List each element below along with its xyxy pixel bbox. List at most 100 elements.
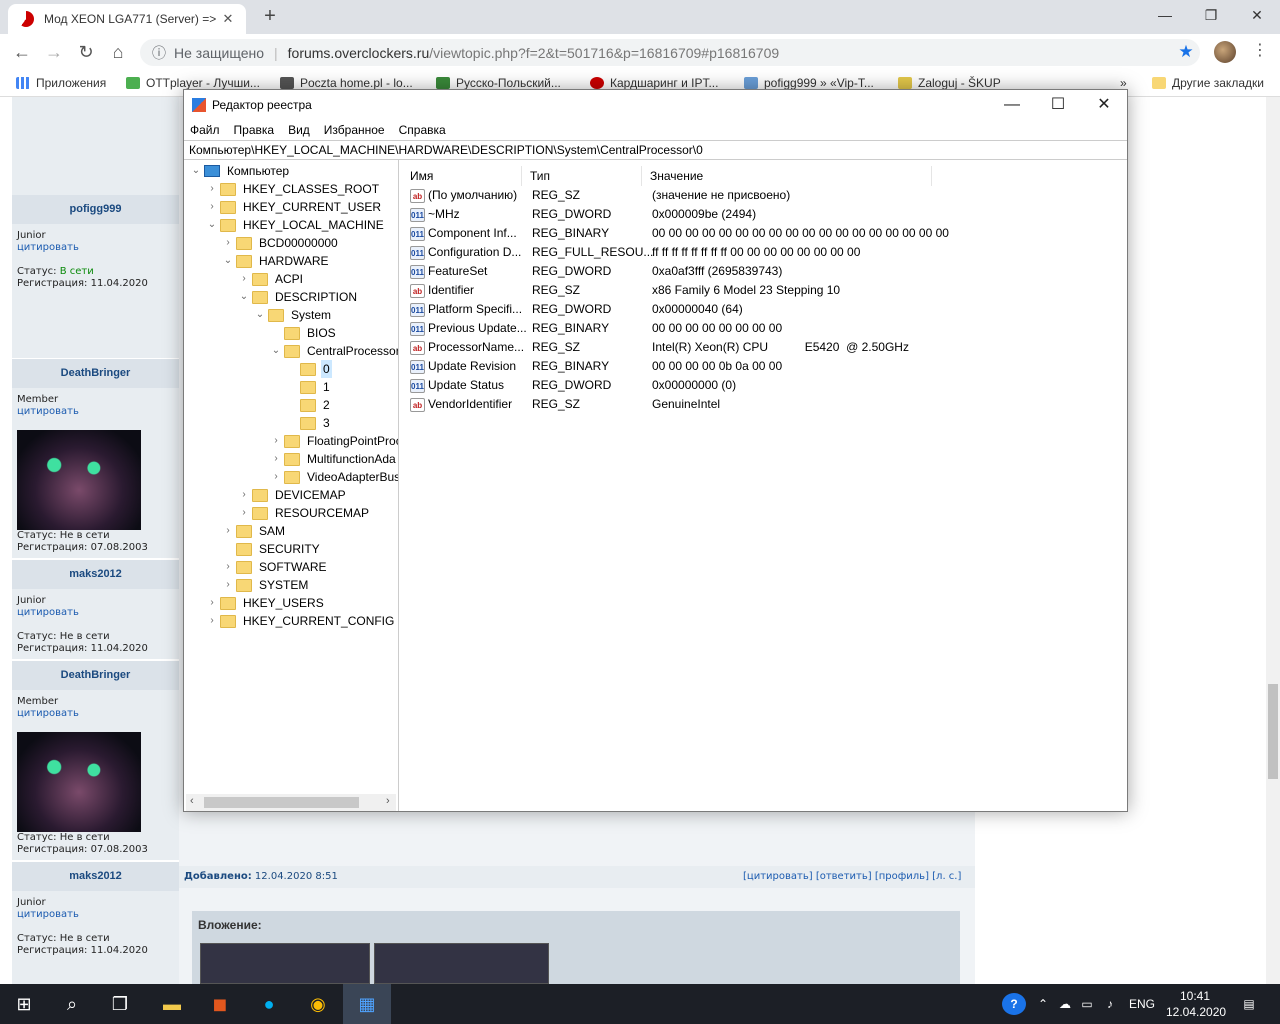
bookmark-item[interactable]: Poczta home.pl - lo... bbox=[280, 76, 413, 90]
username[interactable]: maks2012 bbox=[12, 862, 179, 891]
username[interactable]: DeathBringer bbox=[12, 661, 179, 690]
regedit-taskbar-icon[interactable]: ▦ bbox=[343, 984, 391, 1024]
quote-link[interactable]: цитировать bbox=[17, 708, 79, 720]
tree-node[interactable]: › DEVICEMAP bbox=[236, 486, 348, 504]
regedit-minimize-button[interactable]: — bbox=[989, 90, 1035, 120]
scroll-right-icon[interactable]: › bbox=[386, 795, 390, 807]
info-icon[interactable]: ⓘ bbox=[152, 43, 166, 63]
post-actions[interactable]: [цитировать] [ответить] [профиль] [л. с.… bbox=[743, 871, 961, 882]
tree-node[interactable]: › FloatingPointProc bbox=[268, 432, 398, 450]
registry-path-bar[interactable]: Компьютер\HKEY_LOCAL_MACHINE\HARDWARE\DE… bbox=[184, 140, 1127, 160]
bookmark-item[interactable]: Кардшаринг и IPT... bbox=[590, 76, 718, 90]
registry-value-row[interactable]: ab Identifier REG_SZ x86 Family 6 Model 23 … bbox=[402, 281, 1127, 300]
username[interactable]: maks2012 bbox=[12, 560, 179, 589]
tree-node[interactable]: › ACPI bbox=[236, 270, 305, 288]
tree-node[interactable]: › RESOURCEMAP bbox=[236, 504, 371, 522]
column-header-value[interactable]: Значение bbox=[642, 166, 932, 186]
other-bookmarks[interactable]: Другие закладки bbox=[1152, 76, 1264, 90]
close-window-button[interactable]: ✕ bbox=[1234, 0, 1280, 30]
tree-node-selected[interactable]: 0 bbox=[284, 360, 332, 378]
bookmark-item[interactable]: OTTplayer - Лучши... bbox=[126, 76, 260, 90]
regedit-close-button[interactable]: ✕ bbox=[1081, 90, 1127, 120]
registry-value-row[interactable]: ab (По умолчанию) REG_SZ (значение не присв… bbox=[402, 186, 1127, 205]
regedit-maximize-button[interactable]: ☐ bbox=[1035, 90, 1081, 120]
avatar[interactable] bbox=[17, 430, 141, 530]
registry-value-row[interactable]: 011 ~MHz REG_DWORD 0x000009be (2494) bbox=[402, 205, 1127, 224]
registry-value-row[interactable]: 011 Configuration D... REG_FULL_RESOU... ff… bbox=[402, 243, 1127, 262]
attachment-thumbnail[interactable] bbox=[374, 943, 549, 984]
column-header-type[interactable]: Тип bbox=[522, 166, 642, 186]
back-button[interactable]: ← bbox=[10, 41, 34, 63]
tree-node[interactable]: › HKEY_CURRENT_USER bbox=[204, 198, 383, 216]
tree-node-computer[interactable]: ⌄ Компьютер bbox=[188, 162, 291, 180]
tree-node[interactable]: ⌄ DESCRIPTION bbox=[236, 288, 359, 306]
browser-menu-icon[interactable]: ⋮ bbox=[1250, 40, 1270, 64]
quote-link[interactable]: цитировать bbox=[17, 909, 148, 921]
search-icon[interactable]: ⌕ bbox=[48, 984, 96, 1024]
menu-favorites[interactable]: Избранное bbox=[324, 123, 385, 137]
tree-node[interactable]: › SAM bbox=[220, 522, 287, 540]
new-tab-button[interactable]: + bbox=[258, 6, 282, 28]
help-icon[interactable]: ? bbox=[1002, 993, 1026, 1015]
tree-horizontal-scrollbar[interactable]: ‹ › bbox=[186, 794, 396, 811]
bookmark-apps[interactable]: Приложения bbox=[16, 76, 106, 90]
browser-tab[interactable]: Мод XEON LGA771 (Server) => L ✕ bbox=[8, 4, 246, 34]
tree-node[interactable]: › HKEY_USERS bbox=[204, 594, 326, 612]
bookmark-star-icon[interactable]: ★ bbox=[1176, 42, 1196, 62]
address-bar[interactable]: ⓘ Не защищено | forums.overclockers.ru/v… bbox=[140, 39, 1200, 66]
tree-node[interactable]: › SOFTWARE bbox=[220, 558, 329, 576]
tree-node[interactable]: › SYSTEM bbox=[220, 576, 310, 594]
volume-icon[interactable]: ♪ bbox=[1100, 984, 1120, 1024]
scroll-left-icon[interactable]: ‹ bbox=[190, 795, 194, 807]
tray-chevron-icon[interactable]: ⌃ bbox=[1034, 984, 1052, 1024]
forward-button[interactable]: → bbox=[42, 41, 66, 63]
bookmarks-overflow-button[interactable]: » bbox=[1120, 76, 1127, 90]
tree-node[interactable]: 2 bbox=[284, 396, 332, 414]
menu-file[interactable]: Файл bbox=[190, 123, 220, 137]
menu-edit[interactable]: Правка bbox=[234, 123, 275, 137]
notifications-icon[interactable]: ▤ bbox=[1236, 984, 1262, 1024]
tree-node[interactable]: ⌄ System bbox=[252, 306, 333, 324]
tree-node[interactable]: ⌄ HKEY_LOCAL_MACHINE bbox=[204, 216, 386, 234]
quote-link[interactable]: цитировать bbox=[17, 242, 148, 254]
profile-avatar[interactable] bbox=[1214, 41, 1236, 63]
office-icon[interactable]: ◼ bbox=[196, 984, 244, 1024]
tree-node[interactable]: ⌄ HARDWARE bbox=[220, 252, 331, 270]
column-header-name[interactable]: Имя bbox=[402, 166, 522, 186]
page-scrollbar[interactable] bbox=[1266, 97, 1280, 984]
registry-value-row[interactable]: 011 Update Status REG_DWORD 0x00000000 (0) bbox=[402, 376, 1127, 395]
registry-value-row[interactable]: 011 Platform Specifi... REG_DWORD 0x0000004… bbox=[402, 300, 1127, 319]
bookmark-item[interactable]: Zaloguj - ŠKUP bbox=[898, 76, 1001, 90]
bookmark-item[interactable]: Русско-Польский... bbox=[436, 76, 561, 90]
registry-value-row[interactable]: ab VendorIdentifier REG_SZ GenuineIntel bbox=[402, 395, 1127, 414]
tree-node[interactable]: 3 bbox=[284, 414, 332, 432]
registry-value-row[interactable]: ab ProcessorName... REG_SZ Intel(R) Xeon(R)… bbox=[402, 338, 1127, 357]
tree-node[interactable]: › BCD00000000 bbox=[220, 234, 340, 252]
start-button[interactable]: ⊞ bbox=[0, 984, 48, 1024]
onedrive-icon[interactable]: ☁ bbox=[1056, 984, 1074, 1024]
menu-help[interactable]: Справка bbox=[399, 123, 446, 137]
avatar[interactable] bbox=[17, 732, 141, 832]
minimize-button[interactable]: — bbox=[1142, 0, 1188, 30]
home-button[interactable]: ⌂ bbox=[106, 41, 130, 63]
tree-node[interactable]: SECURITY bbox=[220, 540, 322, 558]
quote-link[interactable]: цитировать bbox=[17, 607, 148, 619]
tree-node[interactable]: › HKEY_CURRENT_CONFIG bbox=[204, 612, 396, 630]
chrome-icon[interactable]: ◉ bbox=[294, 984, 342, 1024]
reload-button[interactable]: ↻ bbox=[74, 41, 98, 63]
skype-icon[interactable]: ● bbox=[245, 984, 293, 1024]
registry-value-row[interactable]: 011 Component Inf... REG_BINARY 00 00 00 00… bbox=[402, 224, 1127, 243]
tree-node[interactable]: › VideoAdapterBus bbox=[268, 468, 398, 486]
registry-value-row[interactable]: 011 Previous Update... REG_BINARY 00 00 00 … bbox=[402, 319, 1127, 338]
tree-node[interactable]: › HKEY_CLASSES_ROOT bbox=[204, 180, 381, 198]
attachment-thumbnail[interactable] bbox=[200, 943, 370, 984]
restore-button[interactable]: ❐ bbox=[1188, 0, 1234, 30]
username[interactable]: pofigg999 bbox=[12, 195, 179, 224]
scrollbar-thumb[interactable] bbox=[204, 797, 359, 808]
clock[interactable]: 10:41 12.04.2020 bbox=[1166, 984, 1226, 1024]
registry-value-row[interactable]: 011 FeatureSet REG_DWORD 0xa0af3fff (269583… bbox=[402, 262, 1127, 281]
tree-node[interactable]: ⌄ CentralProcessor bbox=[268, 342, 398, 360]
tab-close-icon[interactable]: ✕ bbox=[220, 11, 236, 27]
quote-link[interactable]: цитировать bbox=[17, 406, 79, 418]
network-icon[interactable]: ▭ bbox=[1078, 984, 1096, 1024]
